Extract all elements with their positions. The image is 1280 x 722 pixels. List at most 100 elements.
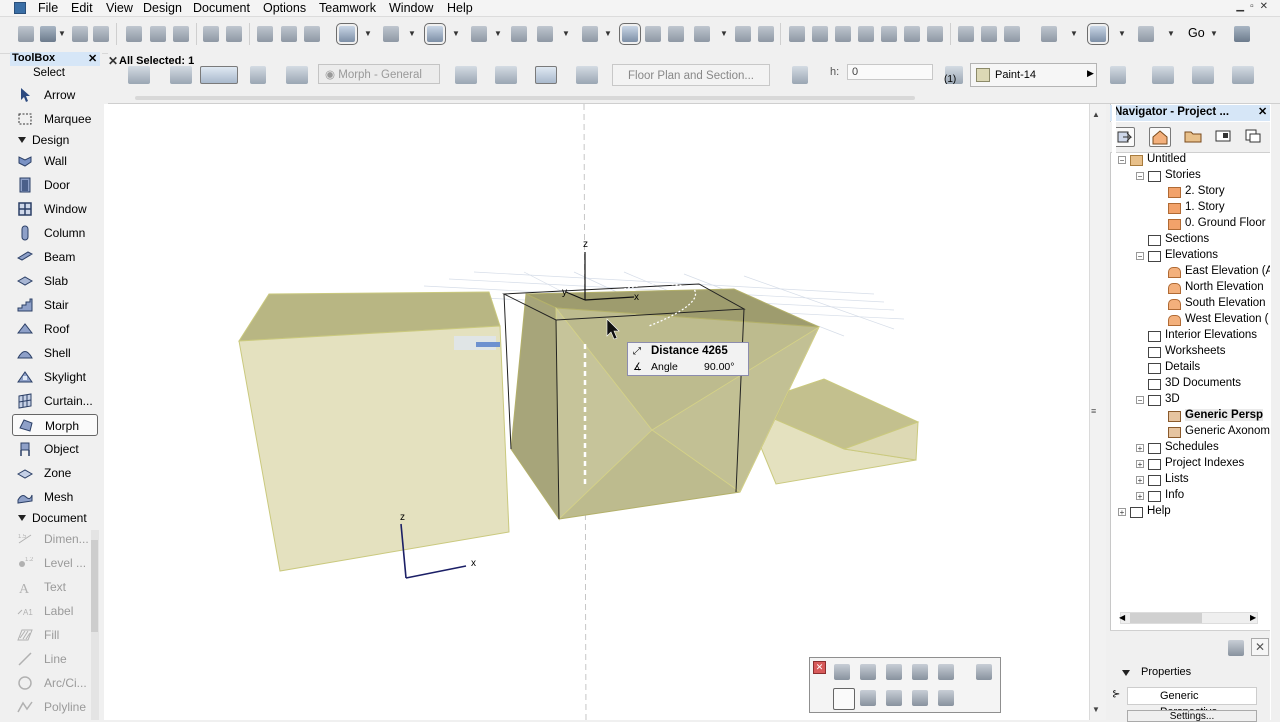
tree-expander-icon[interactable]: + [1118, 508, 1126, 517]
new-view-icon[interactable] [1228, 640, 1244, 656]
push-pull-icon[interactable] [886, 664, 902, 680]
tool-skylight[interactable]: Skylight [12, 366, 98, 388]
drag-copy-icon[interactable] [912, 690, 928, 706]
gravity-icon[interactable] [424, 23, 446, 45]
tree-item[interactable]: Lists [1165, 473, 1189, 485]
3d-scene[interactable]: z y x z x [104, 104, 1089, 720]
explode-icon[interactable] [904, 26, 920, 42]
tree-item[interactable]: East Elevation (A [1185, 265, 1270, 277]
navigator-scroll-thumb[interactable] [1130, 613, 1202, 623]
paint-bucket-icon[interactable] [1110, 66, 1126, 84]
pointer-icon[interactable] [250, 66, 266, 84]
mirror-node-icon[interactable] [886, 690, 902, 706]
dropdown-icon[interactable]: ▼ [1070, 29, 1078, 38]
rotate-icon[interactable] [860, 690, 876, 706]
curve-icon[interactable] [881, 26, 897, 42]
dropdown-icon[interactable]: ▼ [604, 29, 612, 38]
globe-icon[interactable] [1234, 26, 1250, 42]
new-file-icon[interactable] [18, 26, 34, 42]
layer-icon[interactable] [286, 66, 308, 84]
navigator-publisher-sets-tab[interactable] [1243, 127, 1265, 147]
dropdown-icon[interactable]: ▼ [494, 29, 502, 38]
tree-item[interactable]: Info [1165, 489, 1184, 501]
height-input[interactable] [847, 64, 933, 80]
trim-icon[interactable] [645, 26, 661, 42]
menu-window[interactable]: Window [387, 0, 435, 16]
tool-morph[interactable]: Morph [12, 414, 98, 436]
3d-cursor-icon[interactable] [958, 26, 974, 42]
app-icon[interactable] [14, 2, 26, 14]
grid-snap-icon[interactable] [471, 26, 487, 42]
morph-box-left[interactable] [238, 291, 510, 572]
go-dropdown-icon[interactable]: ▼ [1210, 29, 1218, 38]
redo-icon[interactable] [226, 26, 242, 42]
scroll-down-icon[interactable]: ▼ [1092, 705, 1100, 714]
dropdown-icon[interactable]: ▼ [1167, 29, 1175, 38]
pencil-icon[interactable] [938, 664, 954, 680]
navigator-project-map-tab[interactable] [1149, 127, 1171, 147]
menu-teamwork[interactable]: Teamwork [317, 0, 378, 16]
dropdown-icon[interactable]: ▼ [364, 29, 372, 38]
undo-icon[interactable] [203, 26, 219, 42]
curved-edge-icon[interactable] [912, 664, 928, 680]
tree-item[interactable]: 0. Ground Floor [1185, 217, 1266, 229]
tree-expander-icon[interactable]: + [1136, 476, 1144, 485]
eyedropper-icon[interactable] [281, 26, 297, 42]
tool-fill[interactable]: Fill [12, 624, 98, 646]
curved-surface-icon[interactable] [576, 66, 598, 84]
step-icon[interactable] [455, 66, 477, 84]
split-icon[interactable] [735, 26, 751, 42]
tree-item[interactable]: 3D [1165, 393, 1180, 405]
tree-item[interactable]: South Elevation [1185, 297, 1266, 309]
tool-polyline[interactable]: Polyline [12, 696, 98, 718]
tool-zone[interactable]: Zone [12, 462, 98, 484]
delete-view-icon[interactable]: ✕ [1251, 638, 1269, 656]
shaded-cube-icon[interactable] [1192, 66, 1214, 84]
tool-text[interactable]: A Text [12, 576, 98, 598]
group-icon[interactable] [537, 26, 553, 42]
menu-help[interactable]: Help [445, 0, 475, 16]
floor-plan-section-button[interactable]: Floor Plan and Section... [612, 64, 770, 86]
sphere-icon[interactable] [1004, 26, 1020, 42]
infobox-close-icon[interactable]: ✕ [108, 54, 118, 68]
roof-trim-icon[interactable] [927, 26, 943, 42]
tool-object[interactable]: Object [12, 438, 98, 460]
copy-icon[interactable] [150, 26, 166, 42]
tree-expander-icon[interactable]: − [1136, 172, 1144, 181]
tool-window[interactable]: Window [12, 198, 98, 220]
tree-item[interactable]: Sections [1165, 233, 1209, 245]
tree-item[interactable]: Project Indexes [1165, 457, 1244, 469]
tree-expander-icon[interactable]: − [1136, 252, 1144, 261]
tool-column[interactable]: Column [12, 222, 98, 244]
tree-item[interactable]: North Elevation [1185, 281, 1264, 293]
tool-marquee[interactable]: Marquee [12, 108, 98, 130]
tool-stair[interactable]: Stair [12, 294, 98, 316]
dropdown-icon[interactable]: ▼ [408, 29, 416, 38]
elevation-icon[interactable] [792, 66, 808, 84]
render-icon[interactable] [981, 26, 997, 42]
tree-item[interactable]: 2. Story [1185, 185, 1225, 197]
scroll-grip-icon[interactable]: ≡ [1091, 406, 1096, 416]
suspend-groups-icon[interactable] [619, 23, 641, 45]
tool-dimension[interactable]: 1.5 Dimen... [12, 528, 98, 550]
box-icon[interactable] [495, 66, 517, 84]
tree-item[interactable]: 3D Documents [1165, 377, 1241, 389]
save-icon[interactable] [72, 26, 88, 42]
menu-document[interactable]: Document [191, 0, 252, 16]
layout-icon[interactable] [1138, 26, 1154, 42]
tool-door[interactable]: Door [12, 174, 98, 196]
align-icon[interactable] [511, 26, 527, 42]
lock-icon[interactable] [582, 26, 598, 42]
solid-box-icon[interactable] [535, 66, 557, 84]
erase-tool-icon[interactable] [200, 66, 238, 84]
tool-shell[interactable]: Shell [12, 342, 98, 364]
morph-type-dropdown[interactable]: ◉ Morph - General [318, 64, 440, 84]
tree-item[interactable]: Worksheets [1165, 345, 1226, 357]
navigator-layout-book-tab[interactable] [1213, 127, 1235, 147]
close-x-icon[interactable] [668, 26, 684, 42]
dropdown-icon[interactable]: ▼ [1118, 29, 1126, 38]
tool-curtain-wall[interactable]: Curtain... [12, 390, 98, 412]
infobox-scrollbar[interactable] [135, 96, 915, 100]
resize-icon[interactable] [835, 26, 851, 42]
toolbox-scroll-thumb[interactable] [91, 540, 98, 632]
